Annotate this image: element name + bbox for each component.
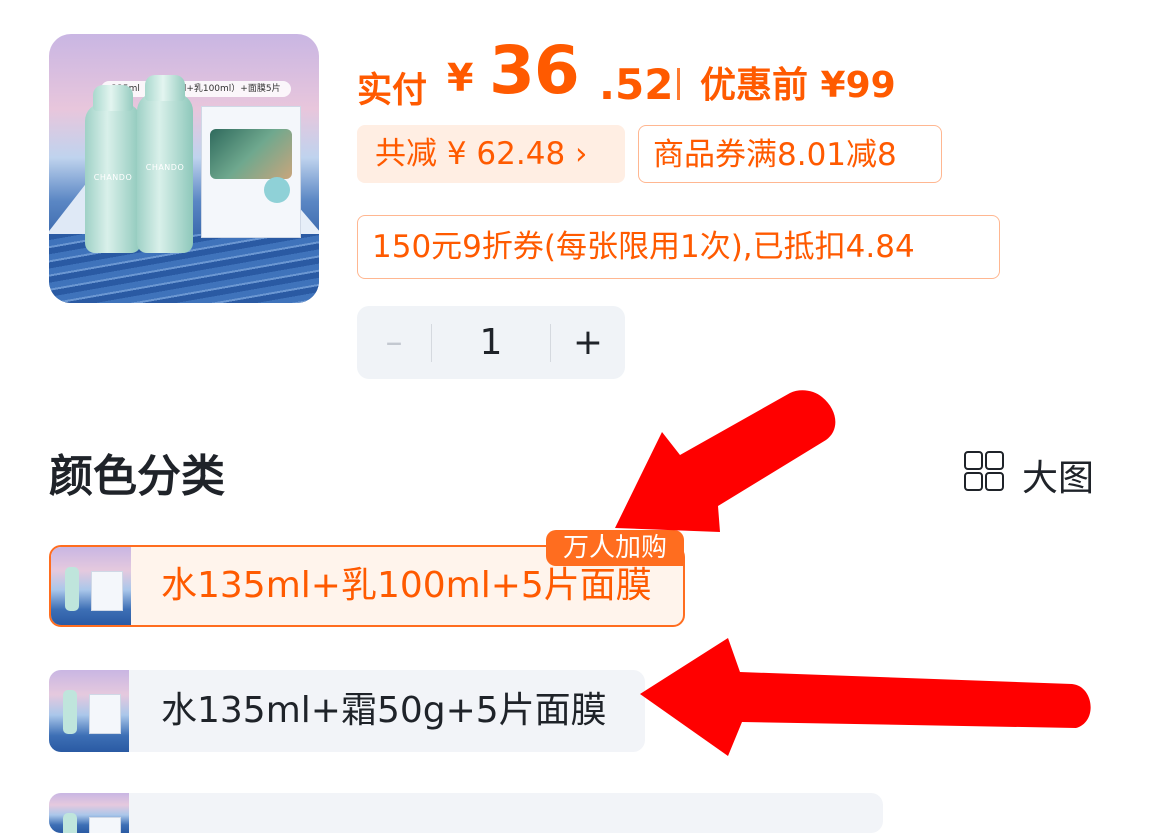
annotation-arrow [615,390,836,532]
annotation-arrows [615,390,1091,756]
annotation-arrow [640,638,1091,756]
